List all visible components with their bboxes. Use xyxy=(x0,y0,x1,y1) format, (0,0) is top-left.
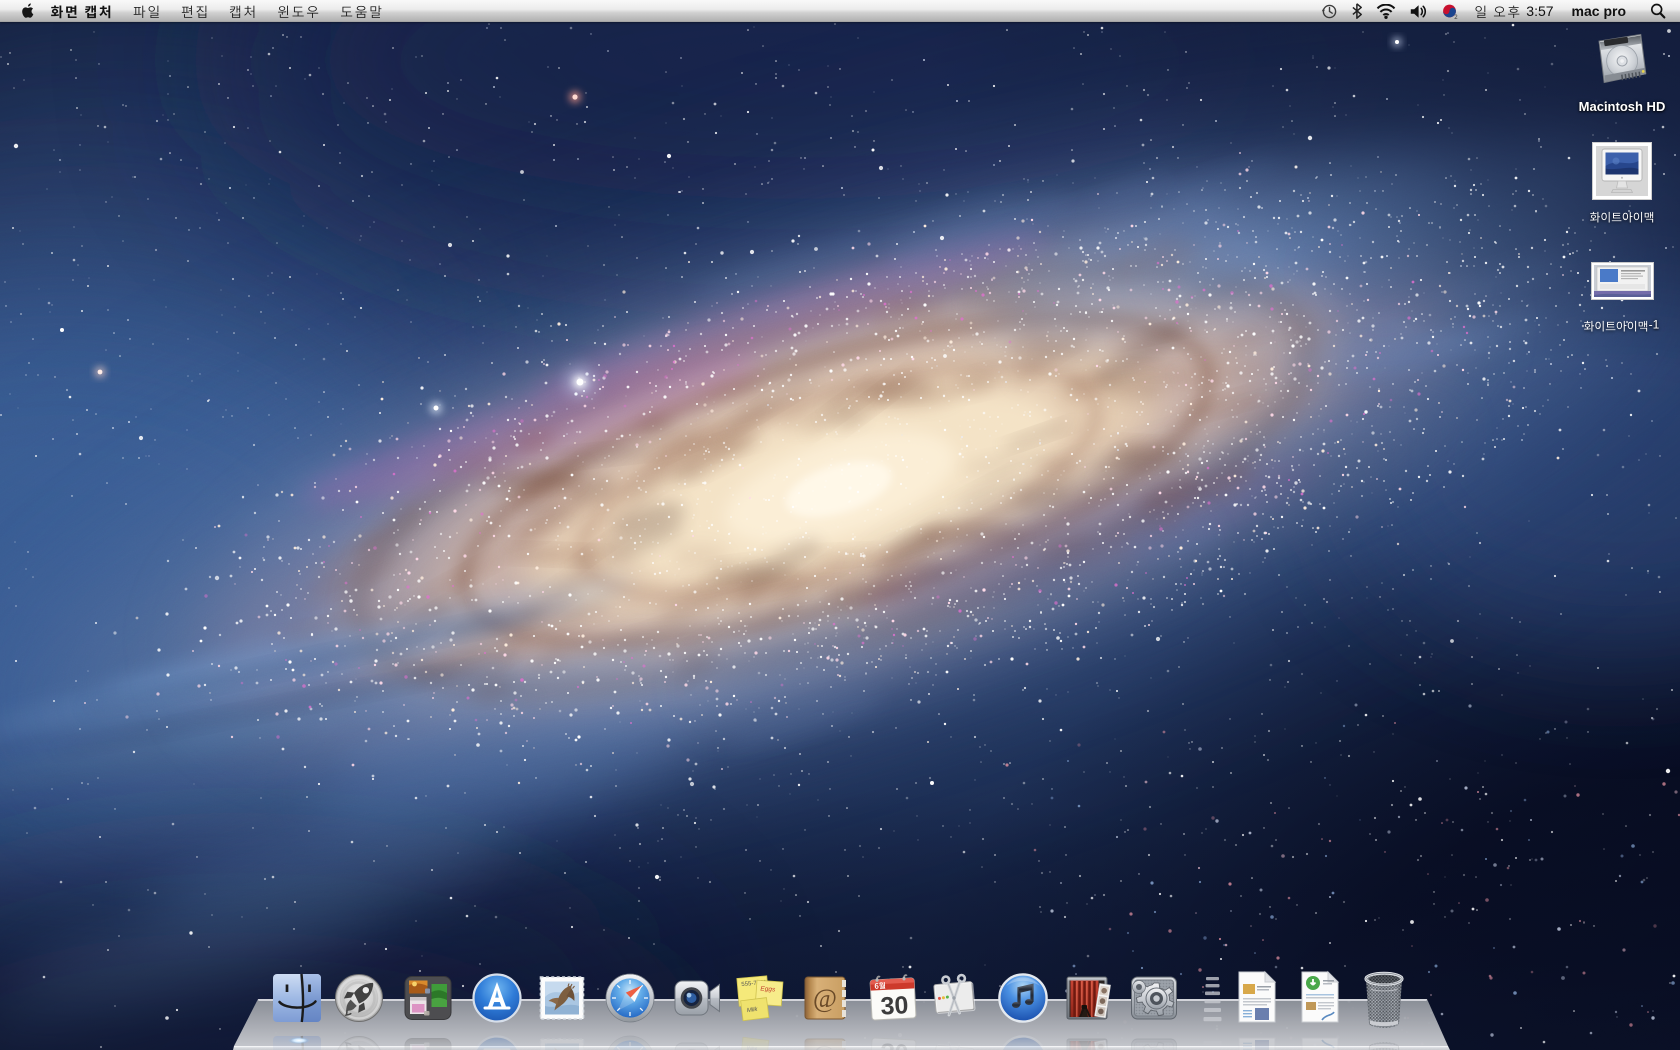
svg-text:Eggs: Eggs xyxy=(760,985,776,993)
svg-text:@: @ xyxy=(813,984,837,1013)
svg-text:30: 30 xyxy=(880,991,909,1020)
svg-text:2: 2 xyxy=(1454,15,1458,20)
